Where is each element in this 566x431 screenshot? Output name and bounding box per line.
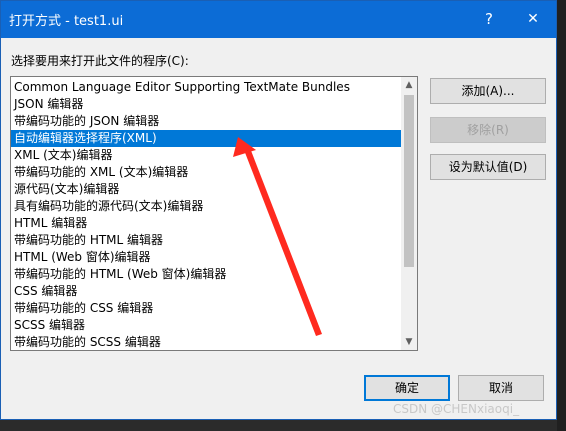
list-item[interactable]: 自动编辑器选择程序(XML) [11, 130, 402, 147]
list-item[interactable]: HTML (Web 窗体)编辑器 [11, 249, 402, 266]
scroll-down-icon[interactable]: ▼ [401, 334, 417, 350]
list-item[interactable]: 带编码功能的 HTML 编辑器 [11, 232, 402, 249]
list-item[interactable]: 带编码功能的 JSON 编辑器 [11, 113, 402, 130]
open-with-dialog: 打开方式 - test1.ui ? ✕ 选择要用来打开此文件的程序(C): Co… [0, 0, 557, 420]
list-item[interactable]: SCSS 编辑器 [11, 317, 402, 334]
help-button[interactable]: ? [474, 7, 504, 31]
program-listbox[interactable]: Common Language Editor Supporting TextMa… [10, 76, 418, 351]
program-list: Common Language Editor Supporting TextMa… [11, 79, 402, 350]
window-title: 打开方式 - test1.ui [9, 14, 124, 29]
list-item[interactable]: 带编码功能的 XML (文本)编辑器 [11, 164, 402, 181]
list-item[interactable]: Common Language Editor Supporting TextMa… [11, 79, 402, 96]
list-item[interactable]: 带编码功能的 CSS 编辑器 [11, 300, 402, 317]
program-list-label: 选择要用来打开此文件的程序(C): [11, 54, 189, 68]
list-item[interactable]: HTML 编辑器 [11, 215, 402, 232]
close-button[interactable]: ✕ [518, 7, 548, 31]
add-button[interactable]: 添加(A)... [430, 78, 546, 104]
list-item[interactable]: JSON 编辑器 [11, 96, 402, 113]
list-item[interactable]: 带编码功能的 SCSS 编辑器 [11, 334, 402, 350]
scroll-thumb[interactable] [404, 95, 414, 267]
list-item[interactable]: XML (文本)编辑器 [11, 147, 402, 164]
watermark: CSDN @CHENxiaoqi_ [393, 402, 520, 416]
list-item[interactable]: 具有编码功能的源代码(文本)编辑器 [11, 198, 402, 215]
list-item[interactable]: 带编码功能的 HTML (Web 窗体)编辑器 [11, 266, 402, 283]
title-bar[interactable]: 打开方式 - test1.ui ? ✕ [1, 1, 556, 38]
list-item[interactable]: 源代码(文本)编辑器 [11, 181, 402, 198]
background-strip [557, 0, 566, 431]
cancel-button[interactable]: 取消 [458, 375, 544, 401]
ok-button[interactable]: 确定 [364, 375, 450, 401]
vertical-scrollbar[interactable]: ▲ ▼ [401, 77, 417, 350]
scroll-up-icon[interactable]: ▲ [401, 77, 417, 93]
set-default-button[interactable]: 设为默认值(D) [430, 154, 546, 180]
remove-button[interactable]: 移除(R) [430, 117, 546, 143]
list-item[interactable]: CSS 编辑器 [11, 283, 402, 300]
